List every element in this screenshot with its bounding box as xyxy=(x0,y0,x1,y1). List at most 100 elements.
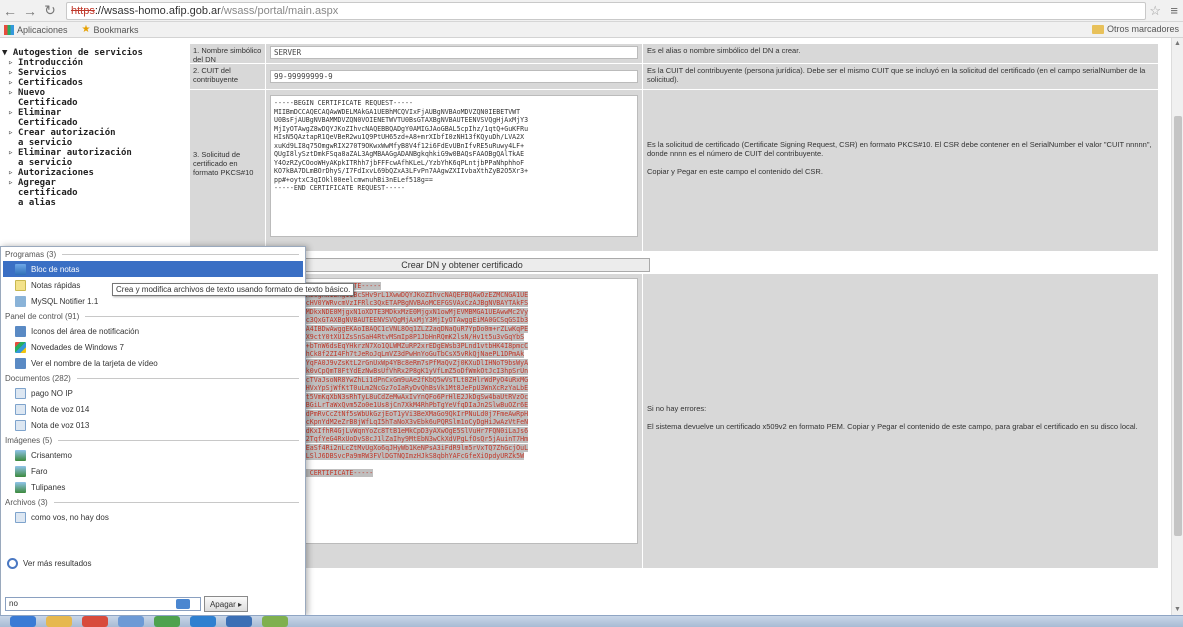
search-result-item[interactable]: Novedades de Windows 7 xyxy=(1,339,305,355)
scroll-up-icon[interactable]: ▲ xyxy=(1174,40,1181,47)
app-icon[interactable] xyxy=(154,616,180,627)
tree-item-servicios[interactable]: ▹ Servicios xyxy=(8,68,180,78)
search-icon xyxy=(7,557,18,569)
document-icon xyxy=(15,511,26,523)
bookmark-bookmarks[interactable]: ★ Bookmarks xyxy=(81,23,139,35)
app-icon[interactable] xyxy=(190,616,216,627)
search-result-item[interactable]: Faro xyxy=(1,463,305,479)
csr-cell: -----BEGIN CERTIFICATE REQUEST----- MIIB… xyxy=(266,90,643,252)
control-panel-icon xyxy=(15,325,26,337)
triangle-right-icon: ▹ xyxy=(8,58,14,68)
scroll-thumb[interactable] xyxy=(1174,116,1182,536)
tree-item-label: Servicios xyxy=(18,68,67,78)
search-result-item[interactable]: Tulipanes xyxy=(1,479,305,495)
tree-item-label: Nuevo Certificado xyxy=(18,88,78,108)
start-orb-icon[interactable] xyxy=(10,616,36,627)
tree-item-crear-autorizacion[interactable]: ▹ Crear autorización a servicio xyxy=(8,128,180,148)
bookmark-label: Bookmarks xyxy=(93,24,139,35)
results-group-title: Imágenes (5) xyxy=(5,435,53,445)
clear-search-icon[interactable] xyxy=(176,599,190,609)
page-scrollbar[interactable]: ▲ ▼ xyxy=(1171,38,1183,615)
search-result-item[interactable]: Nota de voz 014 xyxy=(1,401,305,417)
tree-item-label: Crear autorización a servicio xyxy=(18,128,116,148)
url-separator: :// xyxy=(94,5,105,17)
notepad-icon xyxy=(15,263,26,275)
other-bookmarks[interactable]: Otros marcadores xyxy=(1091,24,1179,34)
triangle-right-icon: ▹ xyxy=(8,128,14,138)
back-arrow-icon[interactable]: ← xyxy=(0,1,20,21)
alias-input[interactable]: SERVER xyxy=(270,46,638,59)
triangle-right-icon: ▹ xyxy=(8,78,14,88)
tree-item-eliminar-certificado[interactable]: ▹ Eliminar Certificado xyxy=(8,108,180,128)
start-search-input[interactable]: no xyxy=(5,597,201,611)
address-bar[interactable]: https://wsass-homo.afip.gob.ar/wsass/por… xyxy=(66,2,1146,20)
bookmark-star-icon[interactable]: ☆ xyxy=(1149,3,1161,19)
chrome-icon[interactable] xyxy=(226,616,252,627)
browser-menu-icon[interactable]: ≡ xyxy=(1170,3,1178,18)
search-result-label: Iconos del área de notificación xyxy=(31,326,140,336)
search-result-item[interactable]: como vos, no hay dos xyxy=(1,509,305,525)
results-group-header: Imágenes (5) xyxy=(1,433,305,447)
tree-item-label: Autorizaciones xyxy=(18,168,94,178)
tree-item-introduccion[interactable]: ▹ Introducción xyxy=(8,58,180,68)
results-group-header: Panel de control (91) xyxy=(1,309,305,323)
results-group-title: Documentos (282) xyxy=(5,373,71,383)
tree-item-nuevo-certificado[interactable]: ▹ Nuevo Certificado xyxy=(8,88,180,108)
star-icon: ★ xyxy=(81,23,91,35)
search-result-item[interactable]: Crisantemo xyxy=(1,447,305,463)
search-result-item[interactable]: Ver el nombre de la tarjeta de vídeo xyxy=(1,355,305,371)
tree-item-eliminar-autorizacion[interactable]: ▹ Eliminar autorización a servicio xyxy=(8,148,180,168)
forward-arrow-icon[interactable]: → xyxy=(20,1,40,21)
taskbar xyxy=(0,615,1183,627)
shutdown-button[interactable]: Apagar ▸ xyxy=(204,596,248,612)
field-label: 2. CUIT del contribuyente xyxy=(190,64,266,90)
tree-item-certificados[interactable]: ▹ Certificados xyxy=(8,78,180,88)
search-result-item[interactable]: pago NO IP xyxy=(1,385,305,401)
navigation-tree: ▼ Autogestion de servicios ▹ Introducción… xyxy=(0,48,180,208)
reload-icon[interactable]: ↻ xyxy=(40,1,60,21)
certificate-description: Si no hay errores: El sistema devuelve u… xyxy=(643,274,1158,569)
more-results-link[interactable]: Ver más resultados xyxy=(1,555,91,571)
other-bookmarks-label: Otros marcadores xyxy=(1106,24,1179,34)
app-icon[interactable] xyxy=(118,616,144,627)
media-icon[interactable] xyxy=(82,616,108,627)
tooltip: Crea y modifica archivos de texto usando… xyxy=(112,283,355,296)
group-divider xyxy=(58,439,299,441)
search-result-label: pago NO IP xyxy=(31,388,73,398)
image-icon xyxy=(15,481,26,493)
field-description: Es el alias o nombre simbólico del DN a … xyxy=(643,44,1158,64)
form-row-certificate: -----BEGIN CERTIFICATE----- MIIDRjCCAi6g… xyxy=(190,274,1158,569)
group-divider xyxy=(76,377,299,379)
display-icon xyxy=(15,357,26,369)
bookmarks-bar: Aplicaciones ★ Bookmarks Otros marcadores xyxy=(0,22,1183,38)
field-description: Es la CUIT del contribuyente (persona ju… xyxy=(643,64,1158,90)
certificate-textarea[interactable]: -----BEGIN CERTIFICATE----- MIIDRjCCAi6g… xyxy=(270,278,638,544)
app-icon[interactable] xyxy=(262,616,288,627)
start-menu: Programas (3) Bloc de notas Notas rápidas M… xyxy=(0,246,306,616)
cuit-cell: 99-99999999-9 xyxy=(266,64,643,90)
tree-item-agregar-certificado-alias[interactable]: ▹ Agregar certificado a alias xyxy=(8,178,180,208)
results-group-header: Archivos (3) xyxy=(1,495,305,509)
explorer-icon[interactable] xyxy=(46,616,72,627)
scroll-down-icon[interactable]: ▼ xyxy=(1174,606,1181,613)
triangle-right-icon: ▹ xyxy=(8,168,14,178)
tree-item-autorizaciones[interactable]: ▹ Autorizaciones xyxy=(8,168,180,178)
search-result-label: Nota de voz 013 xyxy=(31,420,90,430)
bookmark-apps[interactable]: Aplicaciones xyxy=(4,24,68,35)
results-group-title: Panel de control (91) xyxy=(5,311,80,321)
url-host: wsass-homo.afip.gob.ar xyxy=(104,5,221,17)
search-result-item[interactable]: Bloc de notas xyxy=(3,261,303,277)
search-result-item[interactable]: Iconos del área de notificación xyxy=(1,323,305,339)
tree-root[interactable]: ▼ Autogestion de servicios xyxy=(2,48,180,58)
csr-textarea[interactable]: -----BEGIN CERTIFICATE REQUEST----- MIIB… xyxy=(270,95,638,237)
sticky-notes-icon xyxy=(15,279,26,291)
triangle-right-icon: ▹ xyxy=(8,88,14,98)
group-divider xyxy=(53,501,299,503)
create-certificate-button[interactable]: Crear DN y obtener certificado xyxy=(274,258,650,272)
search-result-label: como vos, no hay dos xyxy=(31,512,109,522)
apps-grid-icon xyxy=(4,24,14,35)
cuit-input[interactable]: 99-99999999-9 xyxy=(270,70,638,83)
form-row-alias: 1. Nombre simbólico del DN SERVER Es el … xyxy=(190,44,1158,64)
search-result-item[interactable]: Nota de voz 013 xyxy=(1,417,305,433)
search-result-label: Nota de voz 014 xyxy=(31,404,90,414)
